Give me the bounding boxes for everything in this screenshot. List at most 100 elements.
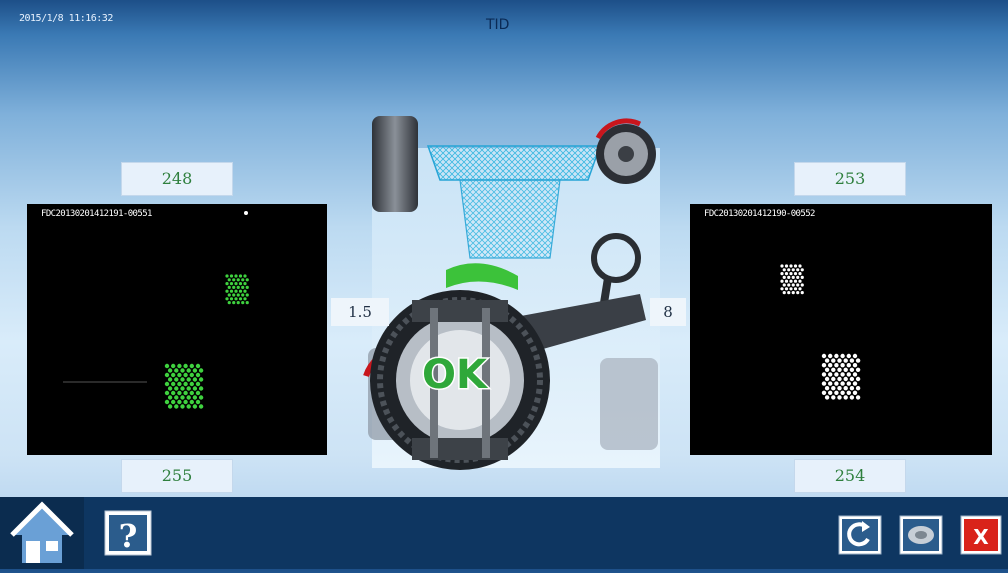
- target-dot: [840, 381, 845, 386]
- target-dot: [174, 368, 179, 373]
- target-dot: [793, 279, 798, 283]
- target-dot: [195, 363, 201, 369]
- target-dot: [167, 368, 173, 373]
- target-dot: [796, 275, 800, 279]
- target-dot: [852, 390, 858, 395]
- help-button[interactable]: ?: [104, 510, 152, 556]
- target-dot: [828, 372, 833, 377]
- target-dot: [234, 274, 238, 278]
- target-dot: [189, 390, 194, 396]
- target-dot: [780, 272, 784, 276]
- target-dot: [852, 353, 858, 359]
- target-dot: [238, 282, 243, 286]
- target-dot: [234, 282, 238, 286]
- svg-text:?: ?: [119, 517, 138, 555]
- target-dot: [243, 274, 247, 278]
- target-dot: [828, 363, 833, 368]
- target-dot: [800, 268, 804, 272]
- target-dot: [821, 372, 827, 377]
- target-dot: [798, 272, 802, 276]
- right-bottom-value: 254: [794, 459, 906, 493]
- target-dot: [831, 386, 836, 391]
- target-dot: [791, 268, 795, 272]
- target-dot: [834, 363, 839, 368]
- target-dot: [846, 363, 851, 368]
- target-dot: [192, 377, 198, 382]
- target-dot: [186, 404, 191, 409]
- target-dot: [849, 386, 855, 391]
- target-dot: [837, 367, 842, 372]
- target-dot: [245, 285, 249, 289]
- target-dot: [846, 353, 851, 359]
- target-dot: [171, 381, 176, 387]
- right-top-value: 253: [794, 162, 906, 196]
- target-dot: [855, 395, 861, 400]
- target-dot: [174, 395, 179, 400]
- target-dot: [234, 297, 238, 301]
- target-dot: [796, 283, 800, 287]
- target-dot: [180, 404, 185, 409]
- target-dot: [849, 367, 855, 372]
- bottom-toolbar: ? X: [0, 497, 1008, 569]
- target-dot: [180, 368, 185, 373]
- tire-icon: [899, 515, 943, 555]
- target-dot: [824, 386, 830, 391]
- target-dot: [183, 399, 188, 405]
- target-dot: [791, 291, 795, 295]
- target-dot: [245, 293, 249, 297]
- target-dot: [793, 264, 798, 268]
- target-dot: [787, 291, 791, 295]
- target-dot: [241, 293, 245, 297]
- refresh-button[interactable]: [838, 515, 882, 555]
- target-dot: [189, 381, 194, 387]
- target-dot: [238, 289, 243, 293]
- target-dot: [821, 381, 827, 386]
- target-dot: [174, 386, 179, 391]
- left-camera-view: FDC20130201412191-00551: [27, 204, 327, 455]
- target-dot: [189, 399, 194, 405]
- target-dot: [791, 283, 795, 287]
- target-dot: [238, 274, 243, 278]
- left-reading: 1.5: [331, 298, 389, 326]
- target-dot: [840, 390, 845, 395]
- target-dot: [186, 395, 191, 400]
- target-dot: [834, 353, 839, 359]
- target-dot: [800, 291, 804, 295]
- target-dot: [186, 386, 191, 391]
- target-dot: [834, 372, 839, 377]
- target-dot: [846, 381, 851, 386]
- target-dot: [798, 264, 802, 268]
- target-dot: [855, 358, 861, 363]
- target-dot: [837, 358, 842, 363]
- target-dot: [831, 395, 836, 400]
- target-dot: [227, 278, 231, 282]
- target-dot: [195, 390, 201, 396]
- target-dot: [241, 285, 245, 289]
- target-dot: [164, 363, 170, 369]
- tire-button[interactable]: [899, 515, 943, 555]
- target-dot: [780, 279, 784, 283]
- target-dot: [782, 291, 786, 295]
- target-dot: [800, 283, 804, 287]
- target-dot: [787, 275, 791, 279]
- target-dot: [798, 287, 802, 291]
- target-dot: [180, 395, 185, 400]
- target-dot: [824, 376, 830, 382]
- target-dot: [236, 293, 240, 297]
- target-dot: [171, 372, 176, 378]
- target-dot: [789, 279, 793, 283]
- close-button[interactable]: X: [960, 515, 1002, 555]
- target-dot: [849, 358, 855, 363]
- target-dot: [232, 285, 236, 289]
- right-camera-targets: [780, 264, 861, 400]
- target-dot: [177, 381, 182, 387]
- target-dot: [227, 301, 231, 305]
- target-dot: [834, 390, 839, 395]
- target-dot: [236, 285, 240, 289]
- target-dot: [177, 363, 182, 369]
- target-dot: [186, 377, 191, 382]
- right-camera-view: FDC20130201412190-00552: [690, 204, 992, 455]
- target-dot: [229, 274, 234, 278]
- home-button[interactable]: [0, 497, 84, 569]
- app-title: TID: [486, 17, 510, 33]
